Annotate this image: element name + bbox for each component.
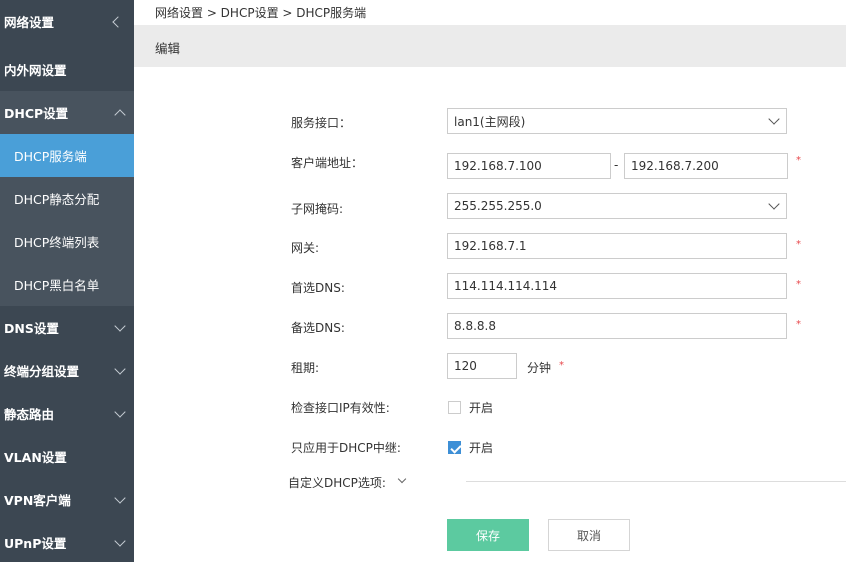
- lease-unit: 分钟: [527, 361, 552, 375]
- sidebar-item-dns[interactable]: DNS设置: [0, 306, 134, 349]
- gateway-label: 网关:: [291, 241, 320, 255]
- chevron-down-icon: [114, 491, 126, 504]
- chevron-down-icon: [114, 405, 126, 418]
- check-ip-option[interactable]: 开启: [469, 399, 493, 416]
- secondary-dns-input[interactable]: 8.8.8.8: [447, 313, 787, 339]
- sidebar-item-dhcp[interactable]: DHCP设置: [0, 91, 134, 134]
- interface-label: 服务接口：: [291, 116, 352, 130]
- sidebar-item-label: 静态路由: [4, 407, 55, 422]
- sidebar-item-dhcp-clients[interactable]: DHCP终端列表: [0, 220, 134, 263]
- relay-only-label: 只应用于DHCP中继:: [291, 441, 401, 455]
- sidebar-item-wan-lan[interactable]: 内外网设置: [0, 48, 134, 91]
- divider: [466, 481, 846, 482]
- subnet-mask-label: 子网掩码:: [291, 202, 344, 216]
- required-mark: *: [796, 279, 801, 290]
- sidebar-item-label: DHCP静态分配: [14, 192, 100, 207]
- check-ip-checkbox[interactable]: [448, 401, 461, 414]
- lease-input[interactable]: 120: [447, 353, 517, 379]
- required-mark: *: [559, 360, 564, 371]
- client-address-end-value: 192.168.7.200: [631, 159, 719, 173]
- chevron-down-icon: [114, 362, 126, 375]
- sidebar-item-terminal-groups[interactable]: 终端分组设置: [0, 349, 134, 392]
- sidebar-item-label: DHCP终端列表: [14, 235, 100, 250]
- required-mark: *: [796, 239, 801, 250]
- required-mark: *: [796, 155, 801, 166]
- client-address-end-input[interactable]: 192.168.7.200: [624, 153, 788, 179]
- subnet-mask-select[interactable]: 255.255.255.0: [447, 193, 787, 219]
- breadcrumb: 网络设置 > DHCP设置 > DHCP服务端: [155, 6, 367, 20]
- range-separator: -: [614, 158, 619, 172]
- interface-select[interactable]: lan1(主网段): [447, 108, 787, 134]
- sidebar-item-label: VPN客户端: [4, 493, 71, 508]
- sidebar-item-label: 内外网设置: [4, 63, 67, 78]
- primary-dns-label: 首选DNS:: [291, 281, 345, 295]
- sidebar-item-dhcp-server[interactable]: DHCP服务端: [0, 134, 134, 177]
- interface-value: lan1(主网段): [454, 114, 526, 129]
- sidebar-item-label: DHCP设置: [4, 106, 69, 121]
- primary-dns-value: 114.114.114.114: [454, 279, 558, 293]
- primary-dns-input[interactable]: 114.114.114.114: [447, 273, 787, 299]
- sidebar-item-dhcp-blacklist[interactable]: DHCP黑白名单: [0, 263, 134, 306]
- required-mark: *: [796, 319, 801, 330]
- sidebar-item-static-route[interactable]: 静态路由: [0, 392, 134, 435]
- chevron-down-icon: [768, 198, 780, 210]
- gateway-input[interactable]: 192.168.7.1: [447, 233, 787, 259]
- chevron-down-icon[interactable]: [397, 474, 407, 484]
- subnet-mask-value: 255.255.255.0: [454, 199, 542, 213]
- page-title: 编辑: [155, 41, 181, 56]
- lease-value: 120: [454, 359, 477, 373]
- chevron-up-icon: [114, 108, 126, 121]
- sidebar-item-label: UPnP设置: [4, 536, 67, 551]
- sidebar-item-label: DHCP黑白名单: [14, 278, 100, 293]
- chevron-left-icon[interactable]: [112, 15, 124, 28]
- relay-only-checkbox[interactable]: [448, 441, 461, 454]
- sidebar-section-label: 网络设置: [4, 15, 55, 30]
- cancel-button[interactable]: 取消: [548, 519, 630, 551]
- sidebar-item-label: 终端分组设置: [4, 364, 80, 379]
- custom-dhcp-options-toggle[interactable]: 自定义DHCP选项:: [288, 474, 386, 491]
- lease-label: 租期:: [291, 361, 320, 375]
- sidebar-section-network[interactable]: 网络设置: [0, 0, 134, 43]
- save-button[interactable]: 保存: [447, 519, 529, 551]
- check-ip-label: 检查接口IP有效性:: [291, 401, 390, 415]
- panel-header: 编辑: [134, 25, 846, 67]
- chevron-down-icon: [114, 319, 126, 332]
- sidebar-item-vpn-client[interactable]: VPN客户端: [0, 478, 134, 521]
- sidebar-item-dhcp-static[interactable]: DHCP静态分配: [0, 177, 134, 220]
- sidebar-item-label: DHCP服务端: [14, 149, 87, 164]
- client-address-start-value: 192.168.7.100: [454, 159, 542, 173]
- client-address-start-input[interactable]: 192.168.7.100: [447, 153, 611, 179]
- sidebar-item-vlan[interactable]: VLAN设置: [0, 435, 134, 478]
- gateway-value: 192.168.7.1: [454, 239, 527, 253]
- relay-only-option[interactable]: 开启: [469, 439, 493, 456]
- sidebar-item-label: VLAN设置: [4, 450, 67, 465]
- sidebar: 网络设置 内外网设置 DHCP设置 DHCP服务端 DHCP静态分配 DHCP终…: [0, 0, 134, 562]
- client-address-label: 客户端地址：: [291, 156, 364, 170]
- sidebar-item-label: DNS设置: [4, 321, 59, 336]
- sidebar-item-upnp[interactable]: UPnP设置: [0, 521, 134, 562]
- secondary-dns-value: 8.8.8.8: [454, 319, 496, 333]
- secondary-dns-label: 备选DNS:: [291, 321, 345, 335]
- chevron-down-icon: [114, 534, 126, 547]
- chevron-down-icon: [768, 113, 780, 125]
